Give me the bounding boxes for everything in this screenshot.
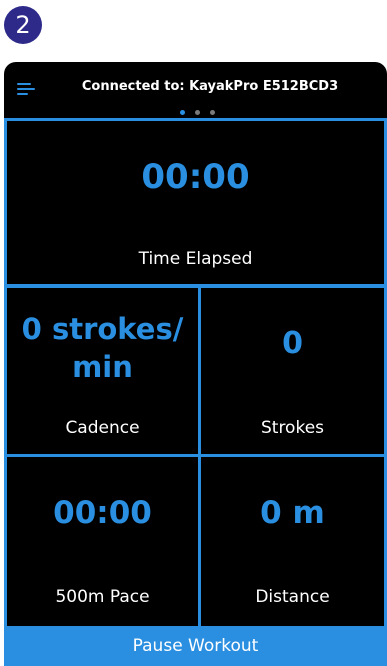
time-elapsed-label: Time Elapsed	[138, 249, 253, 269]
cadence-value-line1: 0 strokes/	[21, 312, 184, 346]
top-bar: Connected to: KayakPro E512BCD3	[4, 62, 387, 116]
tile-cadence: 0 strokes/ min Cadence	[4, 285, 201, 457]
cadence-label: Cadence	[65, 418, 140, 438]
connection-status: Connected to: KayakPro E512BCD3	[81, 79, 339, 94]
tile-distance: 0 m Distance	[198, 454, 387, 630]
cadence-value: 0 strokes/ min	[7, 310, 198, 386]
tile-strokes: 0 Strokes	[198, 285, 387, 457]
step-number-badge: 2	[4, 6, 42, 44]
pace-value: 00:00	[53, 495, 152, 531]
page-dot-active	[180, 110, 185, 115]
cadence-value-line2: min	[72, 350, 133, 384]
tile-500m-pace: 00:00 500m Pace	[4, 454, 201, 630]
pace-label: 500m Pace	[55, 587, 150, 607]
page-indicator[interactable]	[180, 110, 220, 116]
metrics-grid: 00:00 Time Elapsed 0 strokes/ min Cadenc…	[4, 118, 387, 630]
strokes-label: Strokes	[260, 418, 325, 438]
pause-workout-button[interactable]: Pause Workout	[4, 626, 387, 666]
menu-icon[interactable]	[17, 83, 35, 95]
app-screen: Connected to: KayakPro E512BCD3 00:00 Ti…	[4, 62, 387, 666]
page-dot	[195, 110, 200, 115]
tile-time-elapsed: 00:00 Time Elapsed	[4, 118, 387, 287]
page-dot	[210, 110, 215, 115]
time-elapsed-value: 00:00	[141, 157, 250, 197]
distance-value: 0 m	[260, 495, 325, 531]
strokes-value: 0	[282, 326, 303, 361]
distance-label: Distance	[255, 587, 330, 607]
